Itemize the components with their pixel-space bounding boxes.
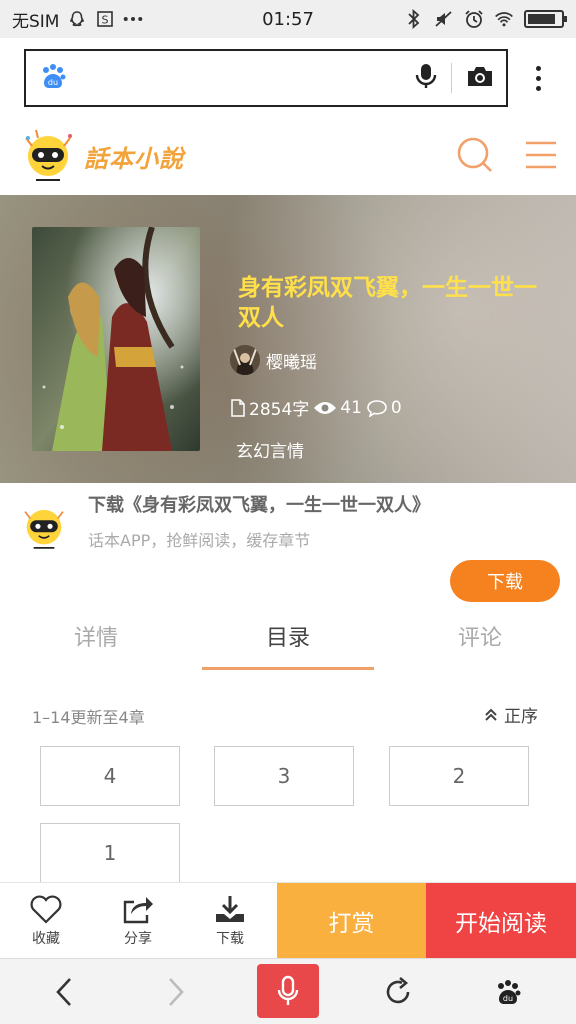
carrier-label: 无SIM [12,11,60,32]
sort-label: 正序 [504,707,538,727]
logo-text: 話本小說 [84,144,184,173]
heart-icon [30,895,62,924]
chapter-summary: 1–14更新至4章 [32,708,145,727]
voice-icon[interactable] [257,964,319,1018]
browser-toolbar: du [0,38,576,118]
tab-catalog[interactable]: 目录 [192,608,384,670]
tab-comments[interactable]: 评论 [384,608,576,670]
chapter-item[interactable]: 3 [214,746,354,806]
book-action-bar: 收藏 分享 下载 打赏 开始阅读 [0,882,576,959]
document-icon [231,398,245,417]
author-row[interactable]: 樱曦瑶 [230,345,317,375]
bluetooth-icon [404,9,424,29]
forward-icon[interactable] [146,967,206,1017]
share-label: 分享 [124,930,152,947]
battery-icon [524,10,567,28]
s-box-icon: S [95,9,115,29]
download-label: 下载 [216,930,244,947]
qq-icon [67,9,87,29]
wifi-icon [494,9,514,29]
download-icon [216,895,244,922]
site-header: 話本小說 [0,118,576,195]
baidu-paw-icon[interactable]: du [478,967,538,1017]
refresh-icon[interactable] [368,967,428,1017]
double-chevron-up-icon [485,708,497,721]
mute-icon [434,9,454,29]
camera-icon[interactable] [466,64,494,92]
address-bar[interactable]: du [24,49,508,107]
logo-mascot-icon [25,129,72,181]
promo-title: 下载《身有彩凤双飞翼，一生一世一双人》 [88,495,430,516]
book-hero: 身有彩凤双飞翼，一生一世一双人 樱曦瑶 2854字 41 0 玄幻言情 [0,195,576,483]
baidu-paw-icon[interactable]: du [38,61,68,95]
search-icon[interactable] [456,136,494,178]
eye-icon [314,401,337,414]
back-icon[interactable] [34,967,94,1017]
app-logo-icon [24,509,64,549]
comment-count: 0 [390,397,402,418]
svg-text:du: du [48,78,58,87]
more-dots-icon [123,9,143,29]
chapter-item[interactable]: 4 [40,746,180,806]
more-vertical-icon[interactable] [526,58,550,98]
word-count: 2854字 [249,400,310,420]
content-tabs: 详情 目录 评论 [0,608,576,670]
alarm-icon [464,9,484,29]
mic-icon[interactable] [415,62,437,94]
chapter-header: 1–14更新至4章 正序 [0,700,576,730]
download-button[interactable]: 下载 [184,883,276,958]
book-stats: 2854字 41 0 [230,395,402,420]
chapter-item[interactable]: 1 [40,823,180,883]
promo-subtitle: 话本APP，抢鲜阅读，缓存章节 [88,531,311,550]
book-title: 身有彩凤双飞翼，一生一世一双人 [238,275,537,331]
reward-button[interactable]: 打赏 [277,883,426,959]
author-avatar[interactable] [230,345,260,375]
divider [451,63,452,93]
view-count: 41 [340,397,362,418]
tab-details[interactable]: 详情 [0,608,192,670]
download-app-button[interactable]: 下载 [450,560,560,602]
comment-icon [367,399,387,417]
chapter-item[interactable]: 2 [389,746,529,806]
share-button[interactable]: 分享 [92,883,184,958]
menu-icon[interactable] [524,140,558,174]
svg-text:S: S [102,14,109,27]
favorite-label: 收藏 [32,930,60,947]
genre-tag[interactable]: 玄幻言情 [236,437,304,462]
site-logo[interactable]: 話本小說 [18,128,184,186]
share-icon [123,896,153,923]
browser-nav-bar: du [0,958,576,1024]
start-reading-button[interactable]: 开始阅读 [426,883,576,959]
favorite-button[interactable]: 收藏 [0,883,92,958]
author-name[interactable]: 樱曦瑶 [266,348,317,373]
app-download-promo: 下载《身有彩凤双飞翼，一生一世一双人》 话本APP，抢鲜阅读，缓存章节 下载 [0,483,576,608]
sort-order-button[interactable]: 正序 [484,702,538,727]
svg-text:du: du [503,994,513,1003]
status-bar: 无SIM S 01:57 [0,0,576,38]
book-cover[interactable] [32,227,200,451]
